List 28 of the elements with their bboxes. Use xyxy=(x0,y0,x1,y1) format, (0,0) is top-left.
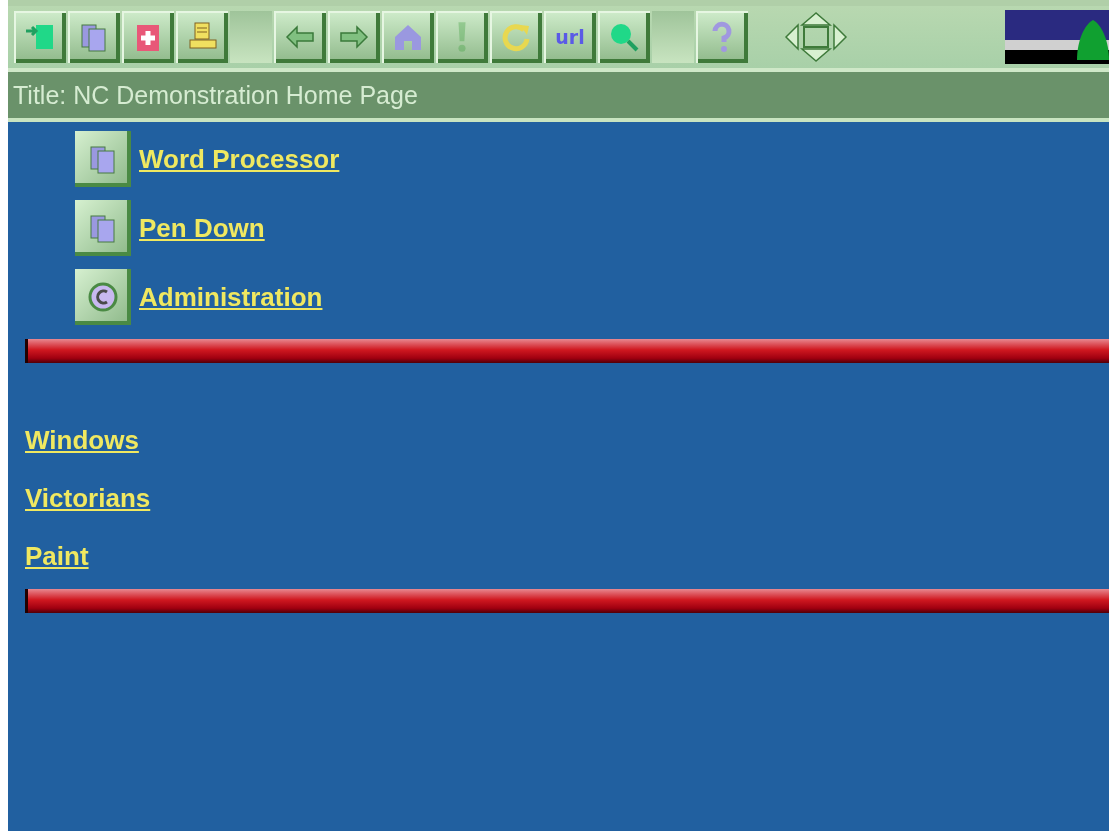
forward-button[interactable] xyxy=(328,11,380,63)
new-button[interactable] xyxy=(122,11,174,63)
toolbar-separator xyxy=(652,11,694,63)
page-link[interactable]: Victorians xyxy=(25,482,151,514)
copyright-icon xyxy=(87,281,119,313)
exclamation-icon xyxy=(457,21,467,53)
back-button[interactable] xyxy=(274,11,326,63)
app-link[interactable]: Administration xyxy=(139,281,323,313)
direction-pad-icon[interactable] xyxy=(784,11,848,63)
app-button[interactable] xyxy=(75,269,131,325)
app-link[interactable]: Word Processor xyxy=(139,143,340,175)
print-button[interactable] xyxy=(176,11,228,63)
page-link[interactable]: Windows xyxy=(25,424,139,456)
url-button[interactable]: url xyxy=(544,11,596,63)
pages-button[interactable] xyxy=(68,11,120,63)
search-icon xyxy=(608,21,640,53)
reload-button[interactable] xyxy=(490,11,542,63)
home-button[interactable] xyxy=(382,11,434,63)
page-link[interactable]: Paint xyxy=(25,540,89,572)
help-button[interactable] xyxy=(696,11,748,63)
search-button[interactable] xyxy=(598,11,650,63)
app-button[interactable] xyxy=(75,131,131,187)
reload-icon xyxy=(500,21,532,53)
app-button[interactable] xyxy=(75,200,131,256)
page-title: Title: NC Demonstration Home Page xyxy=(13,80,418,110)
open-button[interactable] xyxy=(14,11,66,63)
toolbar-separator xyxy=(230,11,272,63)
app-link[interactable]: Pen Down xyxy=(139,212,265,244)
